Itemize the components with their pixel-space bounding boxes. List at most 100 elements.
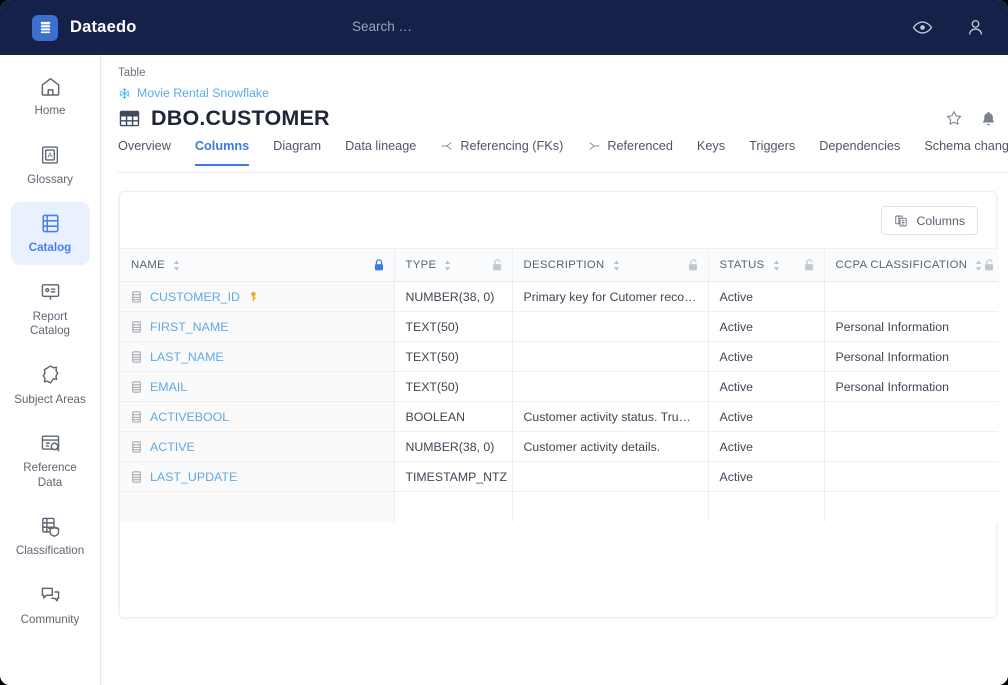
top-bar-icons	[912, 0, 986, 55]
reference-data-icon	[39, 430, 62, 456]
table-row[interactable]: LAST_UPDATE TIMESTAMP_NTZ Active	[120, 462, 998, 492]
top-bar: Dataedo Search …	[0, 0, 1008, 55]
grid-empty-space	[120, 492, 998, 522]
table-row[interactable]: EMAIL TEXT(50) Active Personal Informati…	[120, 372, 998, 402]
cell-name: CUSTOMER_ID	[120, 282, 394, 312]
columns-config-button[interactable]: Columns	[881, 206, 978, 235]
sort-icon[interactable]	[443, 260, 452, 271]
tab-triggers[interactable]: Triggers	[749, 139, 795, 166]
breadcrumb-database-label: Movie Rental Snowflake	[137, 86, 269, 100]
tab-data-lineage[interactable]: Data lineage	[345, 139, 416, 166]
tab-schema-change-tracking[interactable]: Schema change tracking	[924, 139, 1008, 166]
cell-ccpa	[824, 402, 998, 432]
column-name-link[interactable]: CUSTOMER_ID	[150, 290, 240, 304]
cell-name: LAST_NAME	[120, 342, 394, 372]
sidebar-item-report-catalog[interactable]: Report Catalog	[11, 271, 90, 348]
cell-ccpa	[824, 282, 998, 312]
lock-closed-icon[interactable]	[373, 258, 385, 272]
cell-status: Active	[708, 402, 824, 432]
empty-cell	[708, 492, 824, 522]
cell-name: ACTIVE	[120, 432, 394, 462]
subject-areas-icon	[39, 362, 62, 388]
tab-overview[interactable]: Overview	[118, 139, 171, 166]
table-icon	[118, 107, 141, 130]
brand[interactable]: Dataedo	[32, 15, 137, 41]
breadcrumb-object-type: Table	[118, 67, 146, 79]
glossary-icon: A	[39, 142, 61, 168]
sidebar-item-subject-areas[interactable]: Subject Areas	[11, 354, 90, 417]
application-window: Dataedo Search …	[0, 0, 1008, 685]
column-header-name[interactable]: NAME	[120, 249, 394, 282]
cell-name: LAST_UPDATE	[120, 462, 394, 492]
sidebar-item-reference-data[interactable]: Reference Data	[11, 422, 90, 499]
brand-name: Dataedo	[70, 18, 137, 37]
breadcrumb-database-link[interactable]: Movie Rental Snowflake	[118, 86, 269, 100]
column-header-type[interactable]: TYPE	[394, 249, 512, 282]
sort-icon[interactable]	[772, 260, 781, 271]
cell-description: Primary key for Cutomer records.	[512, 282, 708, 312]
cell-description	[512, 462, 708, 492]
sort-icon[interactable]	[974, 260, 983, 271]
svg-text:A: A	[48, 150, 53, 159]
tab-diagram[interactable]: Diagram	[273, 139, 321, 166]
cell-status: Active	[708, 372, 824, 402]
tab-label: Dependencies	[819, 139, 900, 153]
sidebar-item-glossary[interactable]: A Glossary	[11, 134, 90, 197]
tab-columns[interactable]: Columns	[195, 139, 249, 166]
lock-open-icon[interactable]	[687, 258, 699, 272]
tab-referencing-fks[interactable]: Referencing (FKs)	[440, 139, 563, 166]
cell-ccpa	[824, 432, 998, 462]
column-field-icon	[131, 441, 142, 453]
tab-referenced[interactable]: Referenced	[587, 139, 673, 166]
column-header-label: CCPA CLASSIFICATION	[836, 259, 968, 271]
tab-dependencies[interactable]: Dependencies	[819, 139, 900, 166]
favorite-star-icon[interactable]	[945, 109, 963, 127]
cell-type: TEXT(50)	[394, 372, 512, 402]
table-row[interactable]: ACTIVE NUMBER(38, 0) Customer activity d…	[120, 432, 998, 462]
lock-open-icon[interactable]	[803, 258, 815, 272]
cell-type: TEXT(50)	[394, 342, 512, 372]
eye-icon[interactable]	[912, 17, 933, 38]
lock-open-icon[interactable]	[491, 258, 503, 272]
empty-cell	[120, 492, 394, 522]
column-name-link[interactable]: LAST_UPDATE	[150, 470, 237, 484]
sort-icon[interactable]	[612, 260, 621, 271]
column-header-ccpa-classification[interactable]: CCPA CLASSIFICATION	[824, 249, 998, 282]
sidebar-item-label: Classification	[16, 544, 84, 559]
table-row[interactable]: FIRST_NAME TEXT(50) Active Personal Info…	[120, 312, 998, 342]
sidebar-item-label: Community	[21, 613, 80, 628]
column-name-link[interactable]: LAST_NAME	[150, 350, 224, 364]
tab-keys[interactable]: Keys	[697, 139, 725, 166]
primary-key-icon	[248, 291, 259, 302]
table-row[interactable]: LAST_NAME TEXT(50) Active Personal Infor…	[120, 342, 998, 372]
empty-cell	[824, 492, 998, 522]
user-icon[interactable]	[965, 17, 986, 38]
cell-ccpa: Personal Information	[824, 372, 998, 402]
search-input[interactable]: Search …	[352, 19, 412, 34]
sidebar-item-catalog[interactable]: Catalog	[11, 202, 90, 265]
column-name-link[interactable]: ACTIVEBOOL	[150, 410, 229, 424]
cell-status: Active	[708, 342, 824, 372]
lock-open-icon[interactable]	[983, 258, 995, 272]
column-name-link[interactable]: EMAIL	[150, 380, 187, 394]
column-name-link[interactable]: FIRST_NAME	[150, 320, 228, 334]
column-field-icon	[131, 351, 142, 363]
columns-config-label: Columns	[916, 214, 965, 228]
sort-icon[interactable]	[172, 260, 181, 271]
column-header-description[interactable]: DESCRIPTION	[512, 249, 708, 282]
cell-type: NUMBER(38, 0)	[394, 432, 512, 462]
table-row[interactable]: ACTIVEBOOL BOOLEAN Customer activity sta…	[120, 402, 998, 432]
table-row[interactable]: CUSTOMER_ID	[120, 282, 998, 312]
catalog-icon	[39, 210, 62, 236]
tab-label: Referencing (FKs)	[460, 139, 563, 153]
cell-description: Customer activity status. True =…	[512, 402, 708, 432]
tab-label: Columns	[195, 139, 249, 153]
notification-bell-icon[interactable]	[980, 110, 997, 127]
cell-description: Customer activity details.	[512, 432, 708, 462]
sidebar-item-home[interactable]: Home	[11, 65, 90, 128]
column-name-link[interactable]: ACTIVE	[150, 440, 195, 454]
columns-config-icon	[894, 214, 908, 228]
column-header-status[interactable]: STATUS	[708, 249, 824, 282]
sidebar-item-classification[interactable]: Classification	[11, 505, 90, 568]
sidebar-item-community[interactable]: Community	[11, 574, 90, 637]
